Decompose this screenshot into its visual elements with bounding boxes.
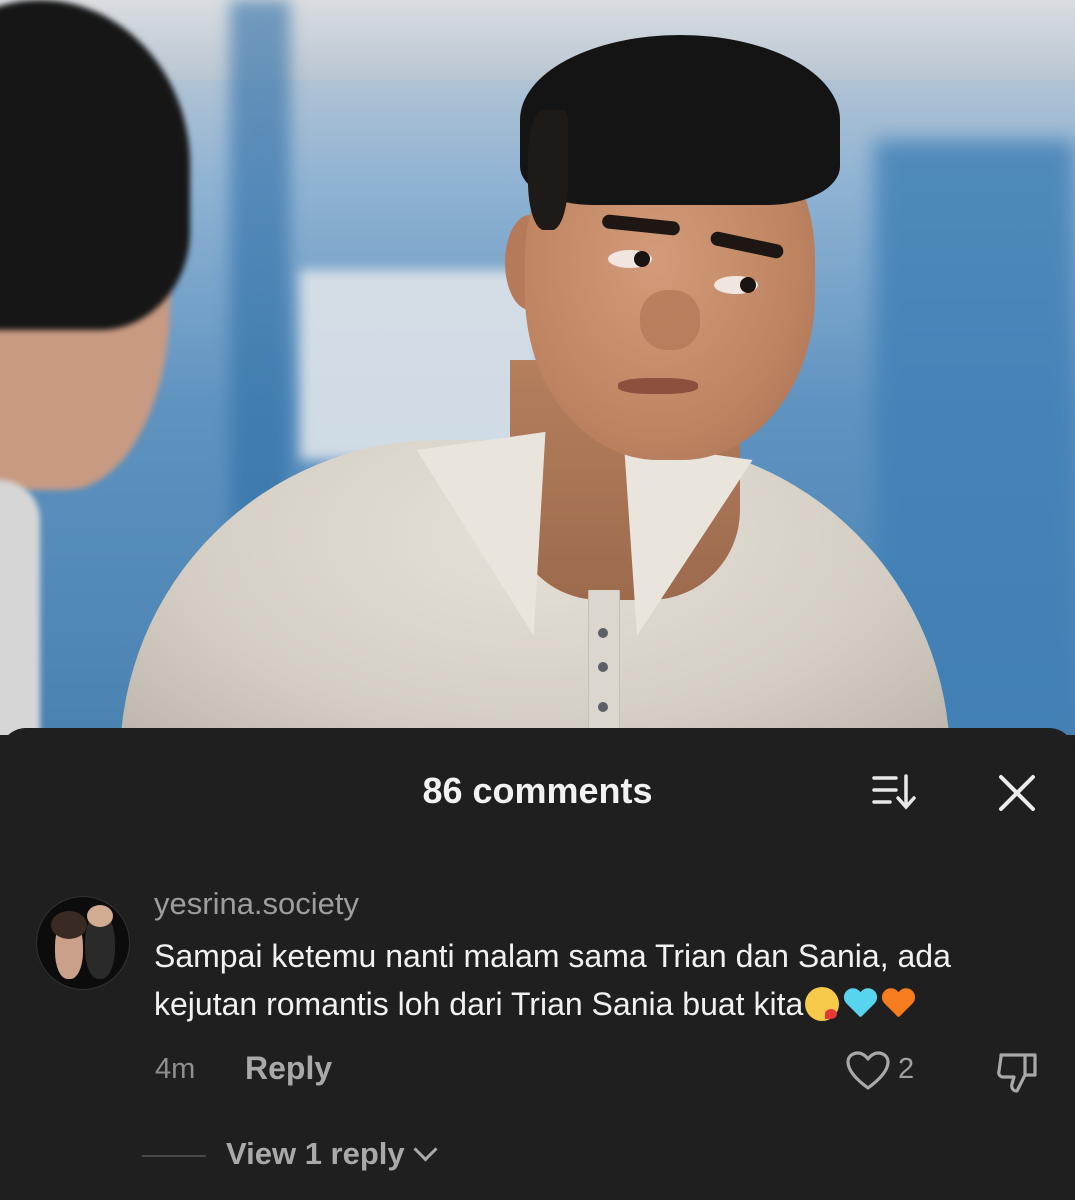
replies-divider <box>142 1155 206 1157</box>
chevron-down-icon <box>413 1137 438 1162</box>
like-count: 2 <box>898 1053 915 1085</box>
kissing-face-emoji <box>805 987 840 1021</box>
shirt-button <box>598 702 608 712</box>
person-mouth <box>618 378 698 394</box>
light-blue-heart-emoji <box>843 989 877 1021</box>
person-hair <box>520 35 840 205</box>
reply-button[interactable]: Reply <box>245 1050 332 1087</box>
person-nose <box>640 290 700 350</box>
avatar-face <box>87 905 113 927</box>
avatar-hair <box>51 911 87 939</box>
person-sideburn <box>528 110 568 230</box>
shirt-collar-right <box>597 441 753 649</box>
person-iris-left <box>634 251 650 267</box>
comment-username[interactable]: yesrina.society <box>154 886 359 922</box>
comment-timestamp: 4m <box>155 1053 196 1085</box>
view-replies-button[interactable]: View 1 reply <box>226 1136 438 1172</box>
shirt-collar-left <box>416 431 574 649</box>
shirt-button <box>598 662 608 672</box>
orange-heart-emoji <box>881 989 915 1021</box>
comment-body: Sampai ketemu nanti malam sama Trian dan… <box>154 932 1034 1028</box>
foreground-person-shirt <box>0 480 40 735</box>
shirt-button <box>598 628 608 638</box>
sort-icon[interactable] <box>870 770 920 814</box>
avatar[interactable] <box>36 896 130 990</box>
thumbs-down-icon[interactable] <box>995 1049 1041 1095</box>
heart-icon[interactable] <box>845 1050 891 1092</box>
view-replies-label: View 1 reply <box>226 1136 405 1171</box>
person-iris-right <box>740 277 756 293</box>
close-icon[interactable] <box>996 772 1038 814</box>
background-panel <box>300 270 540 460</box>
video-frame[interactable] <box>0 0 1075 735</box>
